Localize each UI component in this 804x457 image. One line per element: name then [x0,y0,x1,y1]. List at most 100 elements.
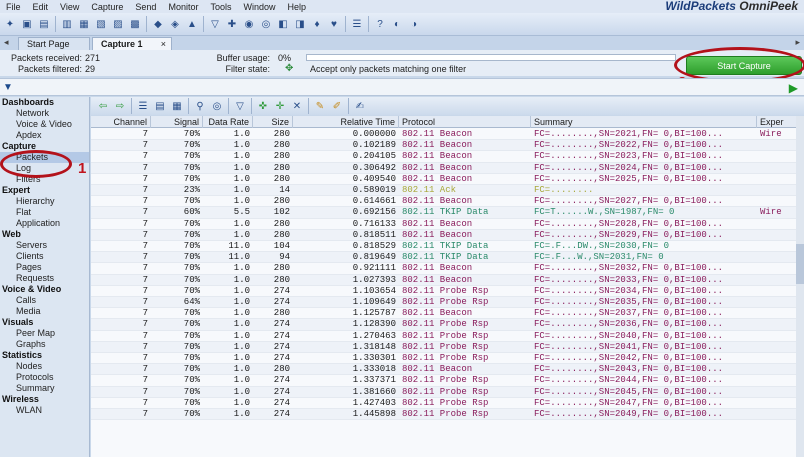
column-header-summary[interactable]: Summary [531,116,757,128]
sidebar-item-calls[interactable]: Calls [0,295,89,306]
sidebar-item-packets[interactable]: Packets [0,152,89,163]
column-header-size[interactable]: Size [253,116,293,128]
sidebar-heading[interactable]: Web [0,229,89,240]
sidebar-item-flat[interactable]: Flat [0,207,89,218]
column-header-protocol[interactable]: Protocol [399,116,531,128]
tab-capture-1[interactable]: Capture 1 × [92,37,172,50]
protocol-icon[interactable]: ◆ [150,16,166,32]
table-row[interactable]: 7 70% 1.0 274 1.337371 802.11 Probe Rsp FC=...… [91,375,804,387]
sidebar-heading[interactable]: Dashboards [0,97,89,108]
menu-edit[interactable]: Edit [27,2,55,12]
sidebar-heading[interactable]: Statistics [0,350,89,361]
wireless-icon[interactable]: ♦ [309,16,325,32]
heart-icon[interactable]: ♥ [326,16,342,32]
start-capture-button[interactable]: Start Capture [686,56,802,75]
graph-icon[interactable]: ◧ [275,16,291,32]
table-row[interactable]: 7 70% 1.0 280 1.125787 802.11 Beacon FC=......… [91,308,804,320]
forward-icon[interactable]: ⇨ [112,98,128,114]
column-header-relative-time[interactable]: Relative Time [293,116,399,128]
new-capture-icon[interactable]: ✦ [2,16,18,32]
menu-capture[interactable]: Capture [85,2,129,12]
filter-funnel-icon[interactable]: ▼ [3,82,13,93]
stats-icon[interactable]: ▲ [184,16,200,32]
list-view-icon[interactable]: ☰ [135,98,151,114]
open-icon[interactable]: ▣ [19,16,35,32]
sidebar-item-apdex[interactable]: Apdex [0,130,89,141]
menu-view[interactable]: View [54,2,85,12]
scrollbar-thumb[interactable] [796,244,804,284]
select-related-icon[interactable]: ✜ [255,98,271,114]
packet-list[interactable]: Channel Signal Data Rate Size Relative T… [91,116,804,457]
menu-help[interactable]: Help [282,2,313,12]
sidebar-item-requests[interactable]: Requests [0,273,89,284]
sidebar-item-network[interactable]: Network [0,108,89,119]
column-header-expert[interactable]: Exper [757,116,797,128]
sidebar-item-application[interactable]: Application [0,218,89,229]
table-row[interactable]: 7 70% 1.0 280 0.818511 802.11 Beacon FC=......… [91,229,804,241]
tab-scroll-left-icon[interactable]: ◂ [4,37,9,48]
sidebar-item-servers[interactable]: Servers [0,240,89,251]
sidebar-item-log[interactable]: Log [0,163,89,174]
sidebar-item-wlan[interactable]: WLAN [0,405,89,416]
table-row[interactable]: 7 70% 1.0 274 1.128390 802.11 Probe Rsp FC=...… [91,319,804,331]
table-row[interactable]: 7 70% 1.0 280 1.333018 802.11 Beacon FC=......… [91,364,804,376]
sidebar-item-voice-video[interactable]: Voice & Video [0,119,89,130]
table-row[interactable]: 7 70% 1.0 280 0.102189 802.11 Beacon FC=......… [91,140,804,152]
menu-monitor[interactable]: Monitor [162,2,204,12]
sidebar-item-graphs[interactable]: Graphs [0,339,89,350]
view-d-icon[interactable]: ▩ [127,16,143,32]
table-row[interactable]: 7 70% 1.0 274 1.330301 802.11 Probe Rsp FC=...… [91,353,804,365]
column-header-data-rate[interactable]: Data Rate [203,116,253,128]
filter-icon[interactable]: ▽ [207,16,223,32]
tab-scroll-right-icon[interactable]: ▸ [795,37,800,48]
print-icon[interactable]: ▥ [59,16,75,32]
about-icon[interactable]: ◑ [406,16,422,32]
expert-icon[interactable]: ✚ [224,16,240,32]
sidebar-item-hierarchy[interactable]: Hierarchy [0,196,89,207]
filter-icon[interactable]: ▽ [232,98,248,114]
save-icon[interactable]: ▤ [36,16,52,32]
table-row[interactable]: 7 70% 1.0 274 1.103654 802.11 Probe Rsp FC=...… [91,286,804,297]
apply-filter-icon[interactable]: ▶ [789,81,798,95]
list-icon[interactable]: ☰ [349,16,365,32]
sidebar-heading[interactable]: Visuals [0,317,89,328]
sidebar-item-clients[interactable]: Clients [0,251,89,262]
options-icon[interactable]: ◐ [389,16,405,32]
table-row[interactable]: 7 70% 1.0 280 0.921111 802.11 Beacon FC=......… [91,263,804,275]
alarm-icon[interactable]: ◎ [258,16,274,32]
table-row[interactable]: 7 70% 1.0 280 0.306492 802.11 Beacon FC=......… [91,162,804,174]
table-row[interactable]: 7 70% 1.0 280 0.614661 802.11 Beacon FC=......… [91,196,804,208]
column-header-signal[interactable]: Signal [151,116,203,128]
sidebar-heading[interactable]: Expert [0,185,89,196]
sidebar-item-nodes[interactable]: Nodes [0,361,89,372]
menu-file[interactable]: File [0,2,27,12]
search-icon[interactable]: ⚲ [192,98,208,114]
hide-icon[interactable]: ✕ [289,98,305,114]
notes-icon[interactable]: ✍ [352,98,368,114]
table-row[interactable]: 7 70% 1.0 274 1.381660 802.11 Probe Rsp FC=...… [91,386,804,398]
table-row[interactable]: 7 70% 1.0 280 0.409540 802.11 Beacon FC=......… [91,174,804,185]
table-row[interactable]: 7 64% 1.0 274 1.109649 802.11 Probe Rsp FC=...… [91,297,804,309]
table-row[interactable]: 7 70% 1.0 280 0.716133 802.11 Beacon FC=......… [91,219,804,230]
table-row[interactable]: 7 70% 1.0 274 1.318148 802.11 Probe Rsp FC=...… [91,341,804,353]
map-icon[interactable]: ◨ [292,16,308,32]
view-a-icon[interactable]: ▦ [76,16,92,32]
node-icon[interactable]: ◈ [167,16,183,32]
sidebar-heading[interactable]: Wireless [0,394,89,405]
table-row[interactable]: 7 70% 1.0 274 1.270463 802.11 Probe Rsp FC=...… [91,331,804,342]
mark-icon[interactable]: ✐ [329,98,345,114]
table-row[interactable]: 7 23% 1.0 14 0.589019 802.11 Ack FC=........ [91,185,804,197]
back-icon[interactable]: ⇦ [95,98,111,114]
find-icon[interactable]: ◎ [209,98,225,114]
select-icon[interactable]: ✛ [272,98,288,114]
table-row[interactable]: 7 70% 1.0 280 0.204105 802.11 Beacon FC=......… [91,151,804,163]
tab-start-page[interactable]: Start Page [18,37,90,50]
decode-view-icon[interactable]: ▤ [152,98,168,114]
table-row[interactable]: 7 70% 1.0 274 1.427403 802.11 Probe Rsp FC=...… [91,398,804,409]
globe-icon[interactable]: ◉ [241,16,257,32]
edit-icon[interactable]: ✎ [312,98,328,114]
hex-view-icon[interactable]: ▦ [169,98,185,114]
table-row[interactable]: 7 70% 11.0 104 0.818529 802.11 TKIP Data FC=.F… [91,241,804,253]
help-icon[interactable]: ? [372,16,388,32]
column-header-channel[interactable]: Channel [91,116,151,128]
